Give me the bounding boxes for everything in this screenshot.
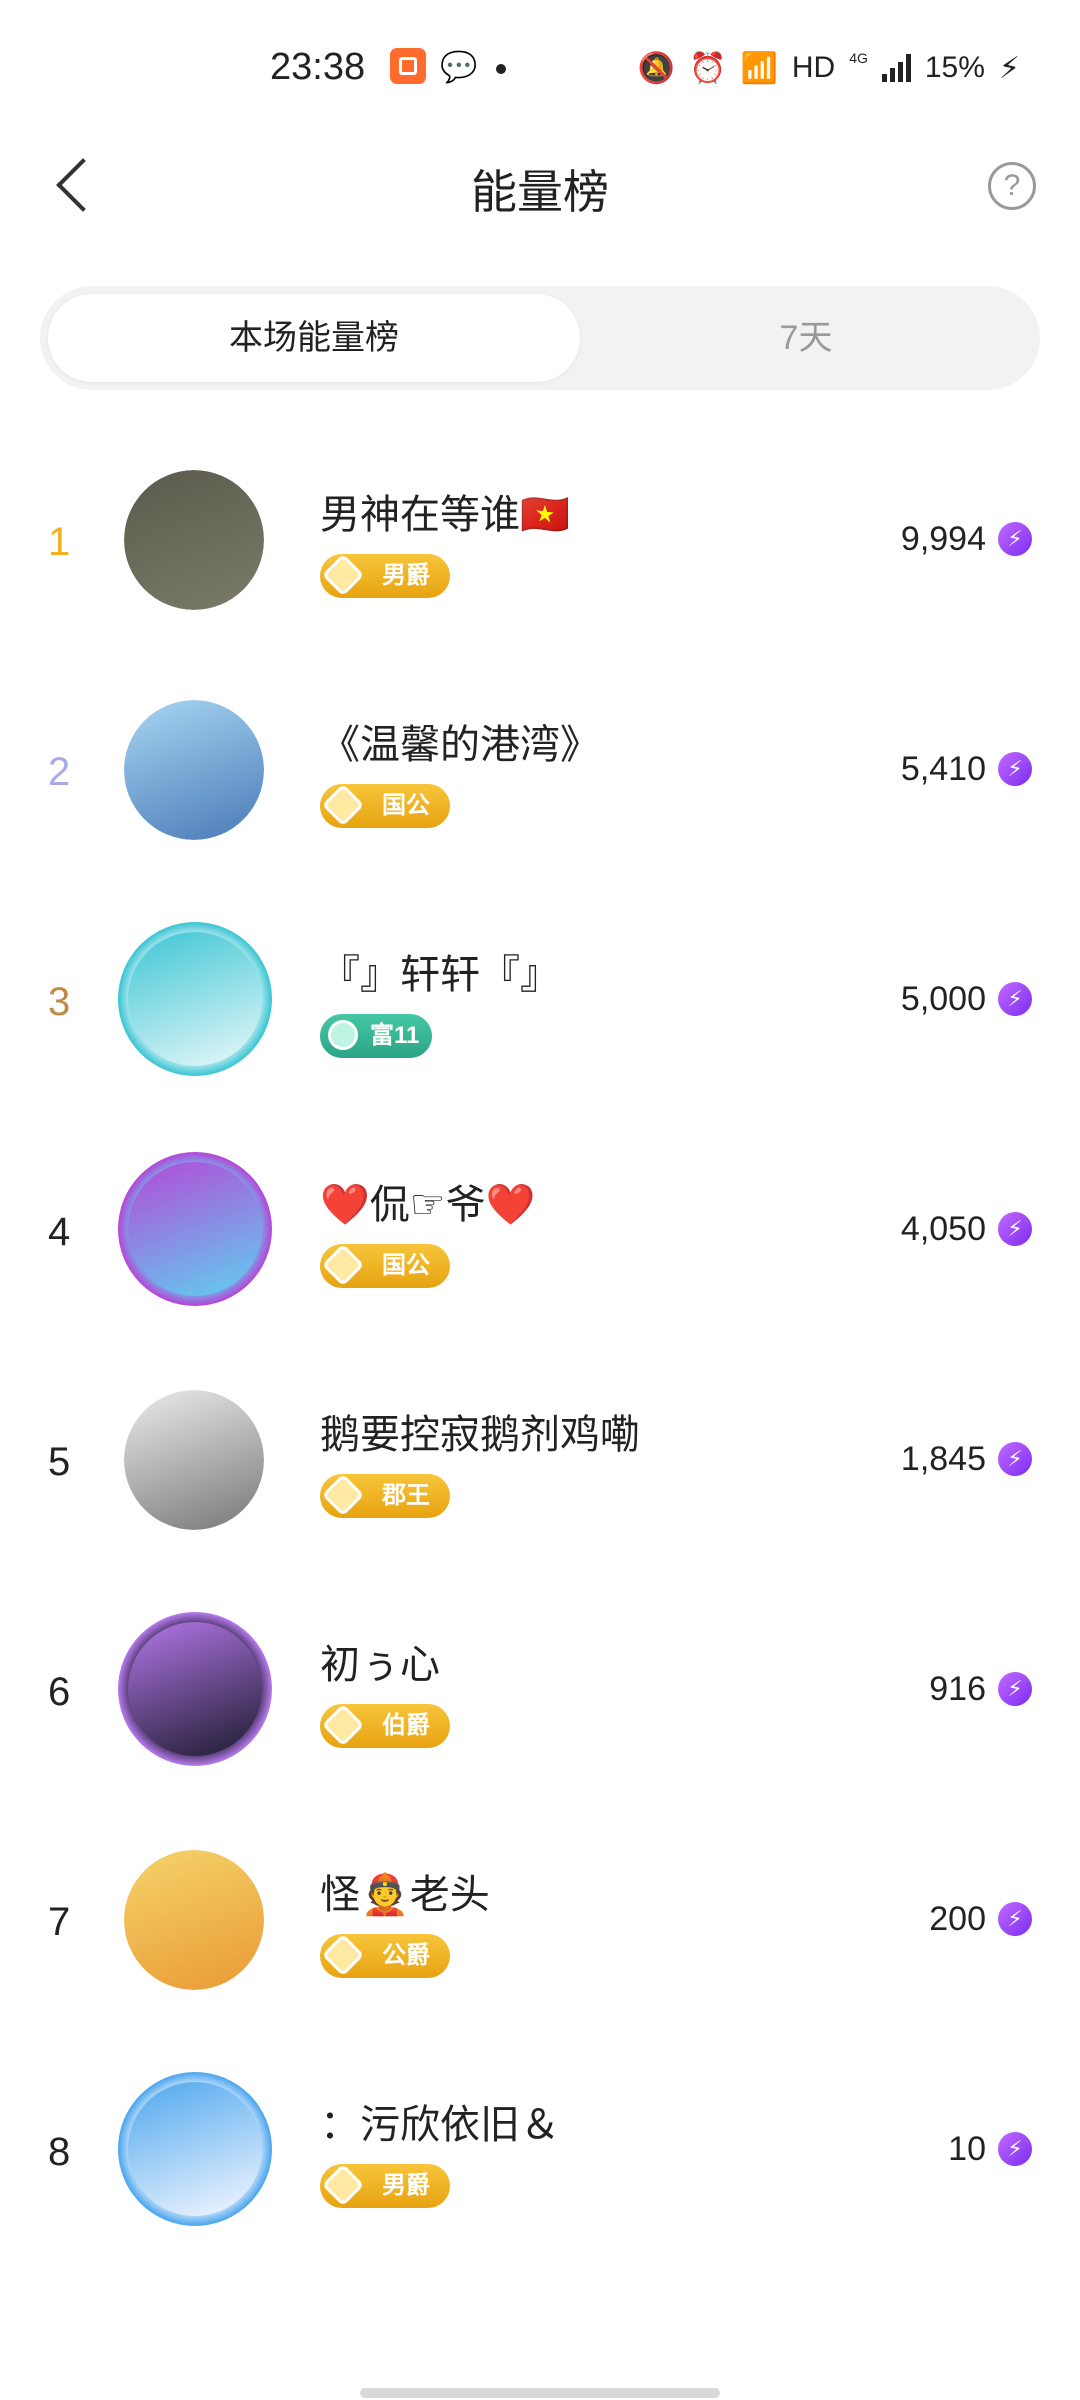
alarm-icon: ⏰: [689, 51, 727, 85]
user-name: ❤️侃☞爷❤️: [320, 1183, 536, 1227]
battery-label: 15%: [924, 51, 985, 84]
ranking-row[interactable]: 3 『』轩轩『』 富11 5,000 ⚡: [0, 910, 1080, 1140]
charging-icon: ⚡: [998, 51, 1020, 85]
rank-number: 1: [48, 520, 71, 564]
network-label: HD: [791, 51, 836, 84]
energy-icon: ⚡: [998, 982, 1032, 1016]
ranking-row[interactable]: 5 鹅要控寂鹅剂鸡嘞 郡王 1,845 ⚡: [0, 1370, 1080, 1600]
wechat-icon: 💬: [440, 51, 478, 84]
energy-icon: ⚡: [998, 1672, 1032, 1706]
energy-icon: ⚡: [998, 1442, 1032, 1476]
avatar-image: [124, 1850, 264, 1990]
avatar[interactable]: [118, 1152, 272, 1306]
page-header: 能量榜 ?: [0, 130, 1080, 240]
user-name: ：污欣依旧＆: [320, 2103, 560, 2147]
rank-number: 5: [48, 1440, 71, 1484]
energy-score: 4,050: [900, 1210, 986, 1248]
avatar[interactable]: [124, 1390, 264, 1530]
app-icon: [390, 48, 426, 84]
rank-title-badge: 公爵: [320, 1934, 450, 1978]
ranking-row[interactable]: 7 怪👲老头公爵 200 ⚡: [0, 1830, 1080, 2060]
rank-number: 4: [48, 1210, 71, 1254]
avatar-image: [128, 932, 262, 1066]
mobile-label: 4G: [849, 50, 868, 66]
ranking-row[interactable]: 1 男神在等谁🇻🇳 男爵 9,994 ⚡: [0, 450, 1080, 680]
mute-icon: 🔕: [637, 51, 676, 85]
rank-title-badge: 富11: [320, 1014, 432, 1058]
user-name: 鹅要控寂鹅剂鸡嘞: [320, 1413, 640, 1457]
notification-dot-icon: [496, 64, 506, 74]
energy-score: 1,845: [900, 1440, 986, 1478]
energy-icon: ⚡: [998, 1212, 1032, 1246]
ranking-row[interactable]: 6 初ぅ心伯爵 916 ⚡: [0, 1600, 1080, 1830]
energy-score: 5,000: [900, 980, 986, 1018]
avatar[interactable]: [118, 922, 272, 1076]
avatar[interactable]: [118, 2072, 272, 2226]
energy-icon: ⚡: [998, 2132, 1032, 2166]
energy-score: 10: [948, 2130, 986, 2168]
avatar[interactable]: [124, 700, 264, 840]
rank-title-badge: 国公: [320, 784, 450, 828]
energy-icon: ⚡: [998, 752, 1032, 786]
home-indicator[interactable]: [360, 2388, 720, 2398]
rank-number: 2: [48, 750, 71, 794]
avatar-image: [128, 2082, 262, 2216]
tab-7-days[interactable]: 7天: [580, 294, 1032, 382]
status-time: 23:38: [270, 46, 366, 88]
rank-number: 8: [48, 2130, 71, 2174]
rank-title-badge: 男爵: [320, 2164, 450, 2208]
avatar-image: [124, 1390, 264, 1530]
energy-score: 9,994: [900, 520, 986, 558]
ranking-row[interactable]: 2 《温馨的港湾》 国公 5,410 ⚡: [0, 680, 1080, 910]
energy-icon: ⚡: [998, 1902, 1032, 1936]
wifi-icon: 📶: [740, 51, 778, 85]
rank-title-badge: 国公: [320, 1244, 450, 1288]
avatar-image: [124, 470, 264, 610]
avatar-image: [128, 1162, 262, 1296]
signal-icon: [881, 54, 911, 82]
page-title: 能量榜: [471, 166, 609, 218]
avatar-image: [128, 1622, 262, 1756]
rank-title-badge: 伯爵: [320, 1704, 450, 1748]
tab-current-session[interactable]: 本场能量榜: [48, 294, 580, 382]
user-name: 男神在等谁🇻🇳: [320, 493, 570, 537]
rank-number: 3: [48, 980, 71, 1024]
status-right: 🔕 ⏰ 📶 HD 4G 15% ⚡: [638, 48, 1020, 88]
rank-title-badge: 男爵: [320, 554, 450, 598]
energy-score: 916: [929, 1670, 986, 1708]
user-name: 『』轩轩『』: [320, 953, 560, 997]
avatar[interactable]: [124, 1850, 264, 1990]
ranking-row[interactable]: 8 ：污欣依旧＆ 男爵 10 ⚡: [0, 2060, 1080, 2290]
rank-title-badge: 郡王: [320, 1474, 450, 1518]
help-icon[interactable]: ?: [988, 162, 1036, 210]
energy-score: 5,410: [900, 750, 986, 788]
user-name: 初ぅ心: [320, 1643, 440, 1687]
avatar[interactable]: [118, 1612, 272, 1766]
user-name: 怪👲老头: [320, 1873, 490, 1917]
rank-number: 6: [48, 1670, 71, 1714]
energy-score: 200: [929, 1900, 986, 1938]
user-name: 《温馨的港湾》: [320, 723, 600, 767]
tab-bar: 本场能量榜 7天: [40, 286, 1040, 390]
avatar[interactable]: [124, 470, 264, 610]
avatar-image: [124, 700, 264, 840]
energy-icon: ⚡: [998, 522, 1032, 556]
rank-number: 7: [48, 1900, 71, 1944]
status-bar: 23:38 💬 🔕 ⏰ 📶 HD 4G 15% ⚡: [0, 0, 1080, 130]
ranking-row[interactable]: 4 ❤️侃☞爷❤️ 国公 4,050 ⚡: [0, 1140, 1080, 1370]
